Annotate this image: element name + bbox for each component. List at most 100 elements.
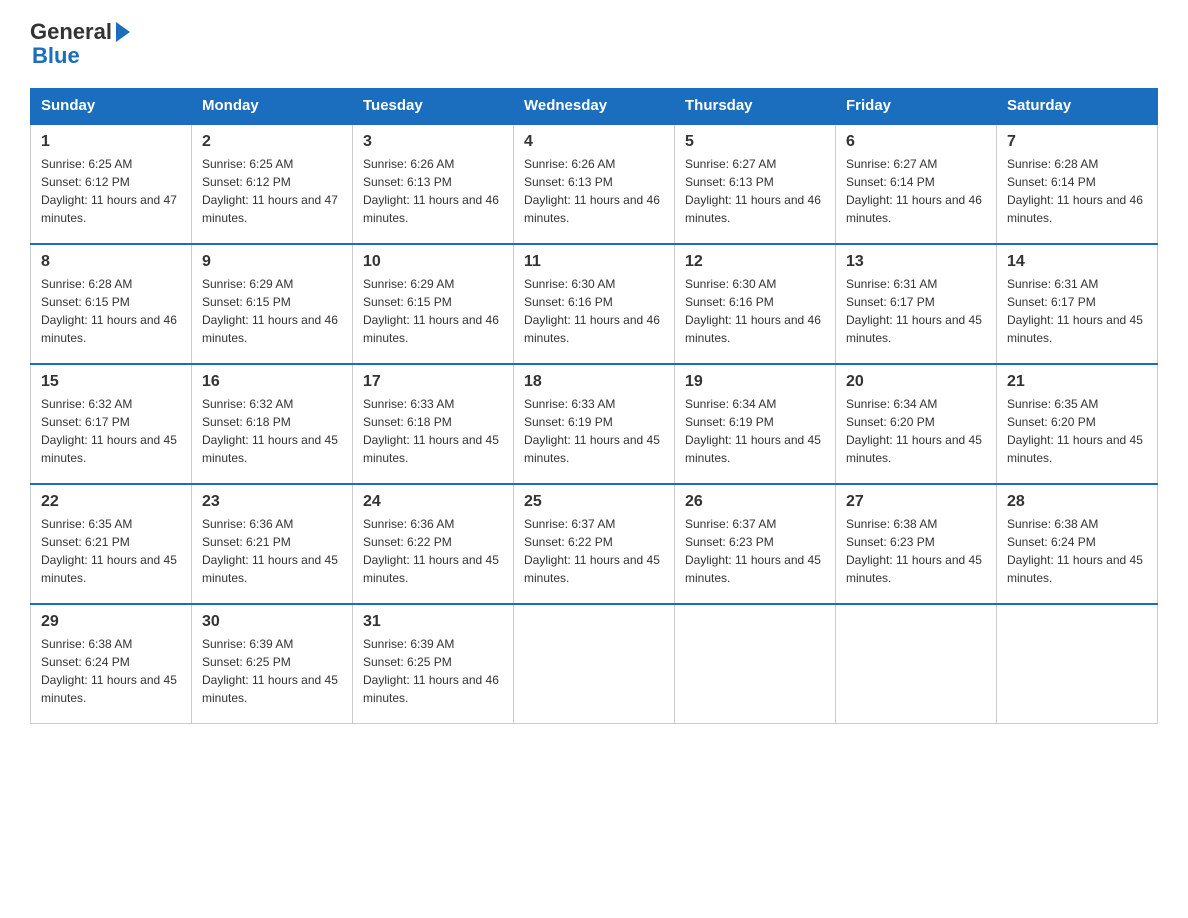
calendar-day-cell [997,604,1158,724]
day-of-week-header: Monday [192,89,353,124]
day-number: 13 [846,253,986,271]
calendar-day-cell: 28 Sunrise: 6:38 AM Sunset: 6:24 PM Dayl… [997,484,1158,604]
day-of-week-header: Saturday [997,89,1158,124]
calendar-day-cell: 19 Sunrise: 6:34 AM Sunset: 6:19 PM Dayl… [675,364,836,484]
day-of-week-header: Wednesday [514,89,675,124]
day-info: Sunrise: 6:37 AM Sunset: 6:22 PM Dayligh… [524,515,664,587]
calendar-day-cell: 9 Sunrise: 6:29 AM Sunset: 6:15 PM Dayli… [192,244,353,364]
day-of-week-header: Friday [836,89,997,124]
calendar-day-cell: 15 Sunrise: 6:32 AM Sunset: 6:17 PM Dayl… [31,364,192,484]
calendar-day-cell: 22 Sunrise: 6:35 AM Sunset: 6:21 PM Dayl… [31,484,192,604]
day-number: 3 [363,133,503,151]
logo: General Blue [30,20,130,68]
day-number: 20 [846,373,986,391]
day-number: 12 [685,253,825,271]
day-info: Sunrise: 6:38 AM Sunset: 6:23 PM Dayligh… [846,515,986,587]
day-info: Sunrise: 6:34 AM Sunset: 6:20 PM Dayligh… [846,395,986,467]
day-info: Sunrise: 6:28 AM Sunset: 6:14 PM Dayligh… [1007,155,1147,227]
day-info: Sunrise: 6:26 AM Sunset: 6:13 PM Dayligh… [363,155,503,227]
day-number: 22 [41,493,181,511]
day-of-week-header: Tuesday [353,89,514,124]
calendar-day-cell: 21 Sunrise: 6:35 AM Sunset: 6:20 PM Dayl… [997,364,1158,484]
calendar-day-cell: 5 Sunrise: 6:27 AM Sunset: 6:13 PM Dayli… [675,124,836,244]
day-number: 29 [41,613,181,631]
day-info: Sunrise: 6:27 AM Sunset: 6:14 PM Dayligh… [846,155,986,227]
day-number: 28 [1007,493,1147,511]
day-info: Sunrise: 6:32 AM Sunset: 6:17 PM Dayligh… [41,395,181,467]
calendar-day-cell: 8 Sunrise: 6:28 AM Sunset: 6:15 PM Dayli… [31,244,192,364]
day-number: 21 [1007,373,1147,391]
calendar-day-cell: 2 Sunrise: 6:25 AM Sunset: 6:12 PM Dayli… [192,124,353,244]
day-info: Sunrise: 6:28 AM Sunset: 6:15 PM Dayligh… [41,275,181,347]
day-number: 10 [363,253,503,271]
calendar-day-cell: 1 Sunrise: 6:25 AM Sunset: 6:12 PM Dayli… [31,124,192,244]
day-number: 6 [846,133,986,151]
calendar-day-cell [514,604,675,724]
day-of-week-header: Sunday [31,89,192,124]
calendar-day-cell: 6 Sunrise: 6:27 AM Sunset: 6:14 PM Dayli… [836,124,997,244]
day-info: Sunrise: 6:37 AM Sunset: 6:23 PM Dayligh… [685,515,825,587]
calendar-day-cell: 7 Sunrise: 6:28 AM Sunset: 6:14 PM Dayli… [997,124,1158,244]
logo-arrow-icon [116,22,130,42]
calendar-week-row: 15 Sunrise: 6:32 AM Sunset: 6:17 PM Dayl… [31,364,1158,484]
day-info: Sunrise: 6:29 AM Sunset: 6:15 PM Dayligh… [202,275,342,347]
day-info: Sunrise: 6:34 AM Sunset: 6:19 PM Dayligh… [685,395,825,467]
calendar-day-cell: 20 Sunrise: 6:34 AM Sunset: 6:20 PM Dayl… [836,364,997,484]
day-info: Sunrise: 6:30 AM Sunset: 6:16 PM Dayligh… [524,275,664,347]
day-number: 31 [363,613,503,631]
day-number: 4 [524,133,664,151]
day-info: Sunrise: 6:33 AM Sunset: 6:18 PM Dayligh… [363,395,503,467]
calendar-day-cell: 31 Sunrise: 6:39 AM Sunset: 6:25 PM Dayl… [353,604,514,724]
day-info: Sunrise: 6:33 AM Sunset: 6:19 PM Dayligh… [524,395,664,467]
calendar-day-cell: 3 Sunrise: 6:26 AM Sunset: 6:13 PM Dayli… [353,124,514,244]
day-number: 27 [846,493,986,511]
day-number: 15 [41,373,181,391]
calendar-day-cell: 26 Sunrise: 6:37 AM Sunset: 6:23 PM Dayl… [675,484,836,604]
calendar-day-cell: 4 Sunrise: 6:26 AM Sunset: 6:13 PM Dayli… [514,124,675,244]
calendar-day-cell: 17 Sunrise: 6:33 AM Sunset: 6:18 PM Dayl… [353,364,514,484]
day-number: 5 [685,133,825,151]
logo-blue: Blue [32,44,130,68]
day-info: Sunrise: 6:32 AM Sunset: 6:18 PM Dayligh… [202,395,342,467]
day-info: Sunrise: 6:29 AM Sunset: 6:15 PM Dayligh… [363,275,503,347]
day-info: Sunrise: 6:39 AM Sunset: 6:25 PM Dayligh… [202,635,342,707]
day-number: 19 [685,373,825,391]
day-number: 7 [1007,133,1147,151]
calendar-day-cell: 12 Sunrise: 6:30 AM Sunset: 6:16 PM Dayl… [675,244,836,364]
day-number: 9 [202,253,342,271]
day-number: 11 [524,253,664,271]
day-info: Sunrise: 6:30 AM Sunset: 6:16 PM Dayligh… [685,275,825,347]
calendar-day-cell: 29 Sunrise: 6:38 AM Sunset: 6:24 PM Dayl… [31,604,192,724]
calendar-day-cell: 11 Sunrise: 6:30 AM Sunset: 6:16 PM Dayl… [514,244,675,364]
day-info: Sunrise: 6:25 AM Sunset: 6:12 PM Dayligh… [202,155,342,227]
day-number: 24 [363,493,503,511]
calendar-week-row: 29 Sunrise: 6:38 AM Sunset: 6:24 PM Dayl… [31,604,1158,724]
day-number: 25 [524,493,664,511]
day-info: Sunrise: 6:31 AM Sunset: 6:17 PM Dayligh… [846,275,986,347]
day-info: Sunrise: 6:31 AM Sunset: 6:17 PM Dayligh… [1007,275,1147,347]
calendar-day-cell: 23 Sunrise: 6:36 AM Sunset: 6:21 PM Dayl… [192,484,353,604]
day-info: Sunrise: 6:39 AM Sunset: 6:25 PM Dayligh… [363,635,503,707]
logo-general: General [30,20,112,44]
calendar-day-cell [675,604,836,724]
calendar-week-row: 1 Sunrise: 6:25 AM Sunset: 6:12 PM Dayli… [31,124,1158,244]
day-info: Sunrise: 6:38 AM Sunset: 6:24 PM Dayligh… [41,635,181,707]
calendar-day-cell: 13 Sunrise: 6:31 AM Sunset: 6:17 PM Dayl… [836,244,997,364]
day-info: Sunrise: 6:35 AM Sunset: 6:21 PM Dayligh… [41,515,181,587]
day-of-week-header: Thursday [675,89,836,124]
day-number: 1 [41,133,181,151]
page-header: General Blue [30,20,1158,68]
day-number: 16 [202,373,342,391]
day-number: 17 [363,373,503,391]
calendar-day-cell: 30 Sunrise: 6:39 AM Sunset: 6:25 PM Dayl… [192,604,353,724]
day-number: 18 [524,373,664,391]
calendar-day-cell: 14 Sunrise: 6:31 AM Sunset: 6:17 PM Dayl… [997,244,1158,364]
day-number: 30 [202,613,342,631]
calendar-day-cell [836,604,997,724]
day-info: Sunrise: 6:38 AM Sunset: 6:24 PM Dayligh… [1007,515,1147,587]
calendar-day-cell: 24 Sunrise: 6:36 AM Sunset: 6:22 PM Dayl… [353,484,514,604]
day-info: Sunrise: 6:26 AM Sunset: 6:13 PM Dayligh… [524,155,664,227]
calendar-table: SundayMondayTuesdayWednesdayThursdayFrid… [30,88,1158,724]
day-info: Sunrise: 6:27 AM Sunset: 6:13 PM Dayligh… [685,155,825,227]
calendar-day-cell: 10 Sunrise: 6:29 AM Sunset: 6:15 PM Dayl… [353,244,514,364]
